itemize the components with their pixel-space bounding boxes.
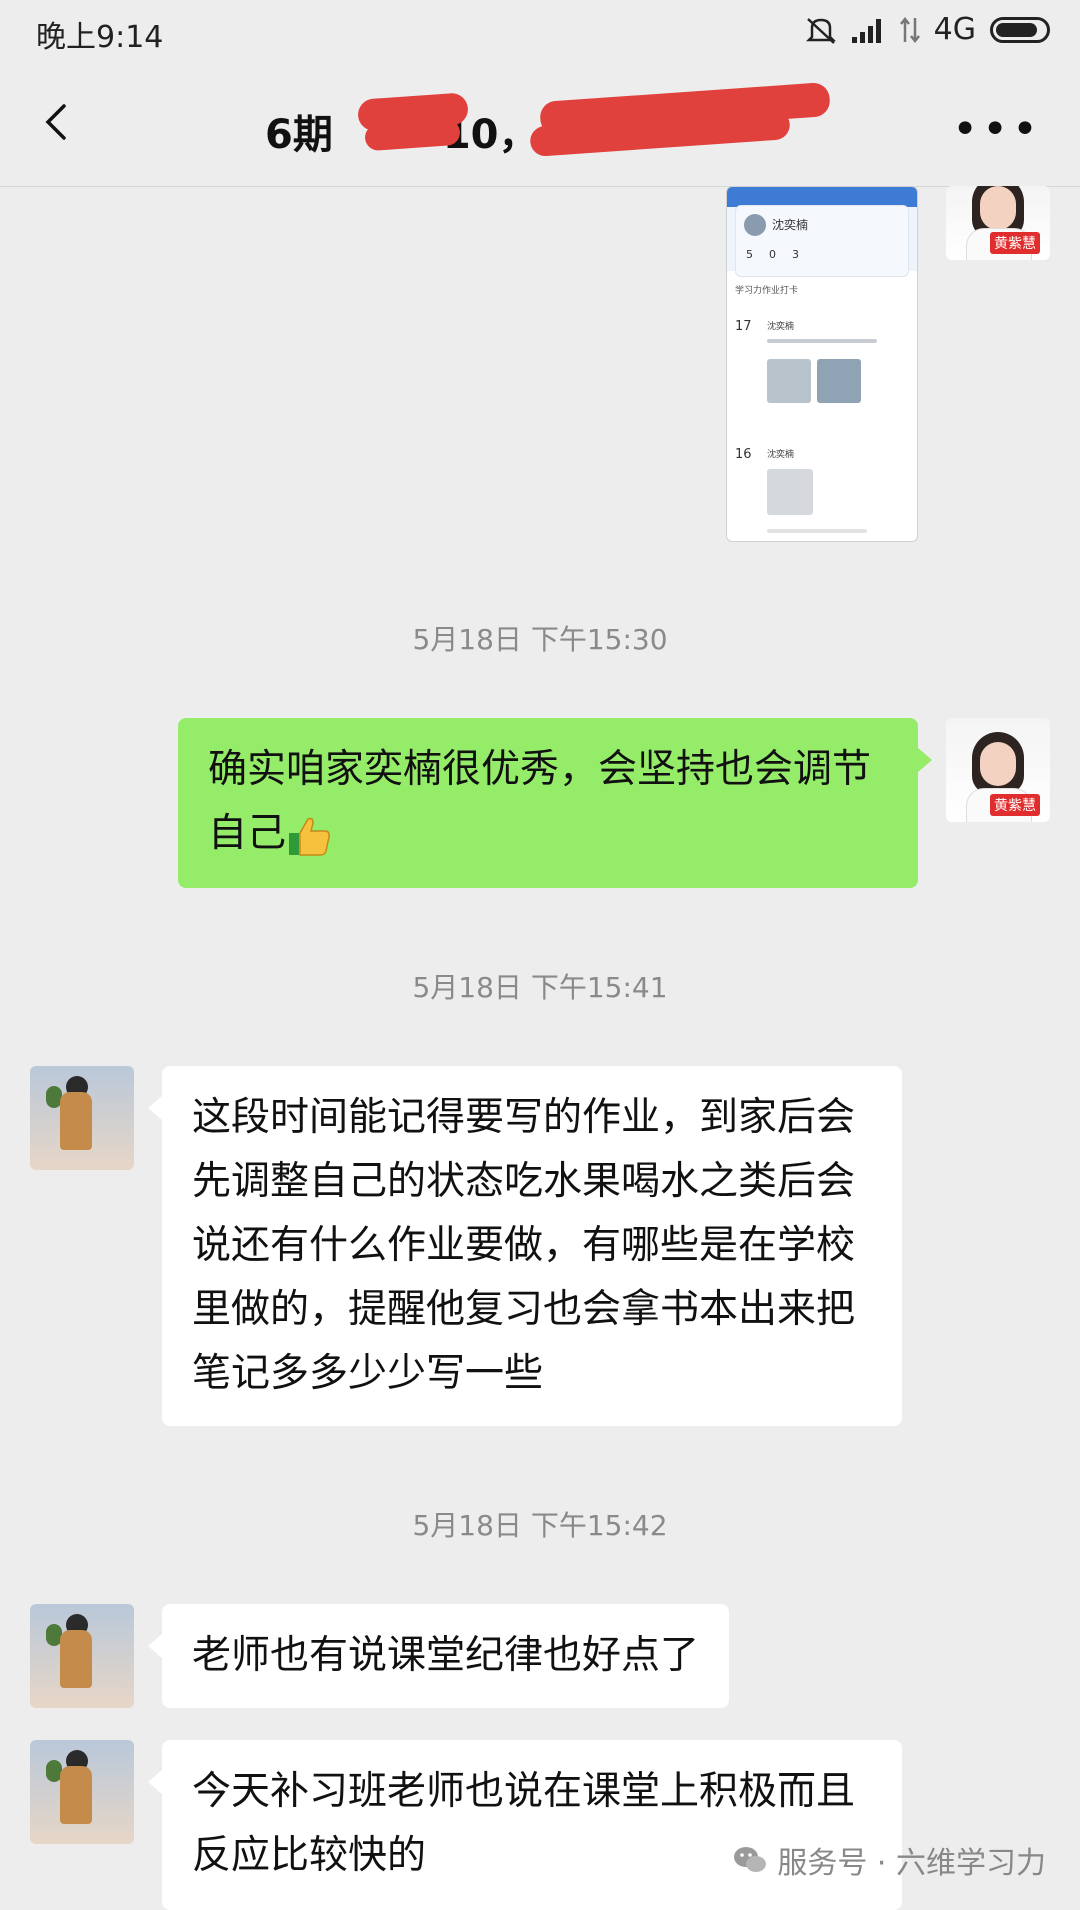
thumb-stats: 503 <box>746 248 799 261</box>
thumb-photo <box>767 359 811 403</box>
avatar[interactable] <box>30 1066 134 1170</box>
message-bubble-incoming[interactable]: 今天补习班老师也说在课堂上积极而且反应比较快的 <box>148 1740 902 1910</box>
thumb-day: 16 <box>735 447 752 462</box>
back-arrow-icon[interactable] <box>38 102 78 142</box>
more-icon[interactable]: ••• <box>952 104 1042 155</box>
avatar[interactable] <box>30 1604 134 1708</box>
wechat-icon <box>734 1847 767 1872</box>
message-bubble-outgoing[interactable]: 确实咱家奕楠很优秀，会坚持也会调节自己 <box>178 718 932 888</box>
thumb-profile-card: 沈奕楠 503 <box>735 205 909 277</box>
timestamp: 5月18日 下午15:41 <box>412 971 668 1004</box>
avatar[interactable]: 黄紫慧 <box>946 718 1050 822</box>
avatar-name-tag: 黄紫慧 <box>990 794 1040 816</box>
avatar[interactable]: 黄紫慧 <box>946 186 1050 260</box>
thumb-day-name: 沈奕楠 <box>767 450 795 460</box>
chat-header: 6期 10， ••• <box>0 62 1080 187</box>
timestamp: 5月18日 下午15:30 <box>412 623 668 656</box>
thumb-avatar <box>744 214 766 236</box>
data-arrows-icon <box>899 16 920 43</box>
thumb-row-label: 学习力作业打卡 <box>735 286 799 296</box>
status-time: 晚上9:14 <box>36 20 164 55</box>
network-label: 4G <box>933 12 976 47</box>
watermark-text: 服务号 · 六维学习力 <box>777 1846 1046 1881</box>
signal-icon <box>851 18 881 43</box>
thumb-photo <box>767 469 813 515</box>
status-icons: 4G <box>804 12 1050 47</box>
avatar-name-tag: 黄紫慧 <box>990 232 1040 254</box>
watermark: 服务号 · 六维学习力 <box>733 1838 1046 1882</box>
status-bar: 晚上9:14 4G <box>0 0 1080 62</box>
thumb-day: 17 <box>735 319 752 334</box>
message-text: 这段时间能记得要写的作业，到家后会先调整自己的状态吃水果喝水之类后会说还有什么作… <box>192 1095 856 1396</box>
chat-title-visible: 6期 <box>265 112 333 158</box>
thumb-text-line <box>767 339 877 343</box>
message-bubble-incoming[interactable]: 老师也有说课堂纪律也好点了 <box>147 1604 730 1708</box>
thumb-photo <box>817 359 861 403</box>
message-bubble-incoming[interactable]: 这段时间能记得要写的作业，到家后会先调整自己的状态吃水果喝水之类后会说还有什么作… <box>148 1066 902 1426</box>
message-text: 老师也有说课堂纪律也好点了 <box>192 1633 700 1678</box>
thumbs-up-icon <box>289 817 330 856</box>
avatar[interactable] <box>30 1740 134 1844</box>
mute-icon <box>805 17 836 44</box>
thumb-name: 沈奕楠 <box>772 218 809 232</box>
thumb-day-name: 沈奕楠 <box>767 322 795 332</box>
thumb-bottom-bar <box>767 529 867 533</box>
shared-screenshot[interactable]: 沈奕楠 503 学习力作业打卡 17 沈奕楠 16 沈奕楠 <box>726 186 918 542</box>
timestamp: 5月18日 下午15:42 <box>412 1509 668 1542</box>
battery-icon <box>990 16 1050 43</box>
thumb-header: 沈奕楠 503 <box>727 187 917 277</box>
